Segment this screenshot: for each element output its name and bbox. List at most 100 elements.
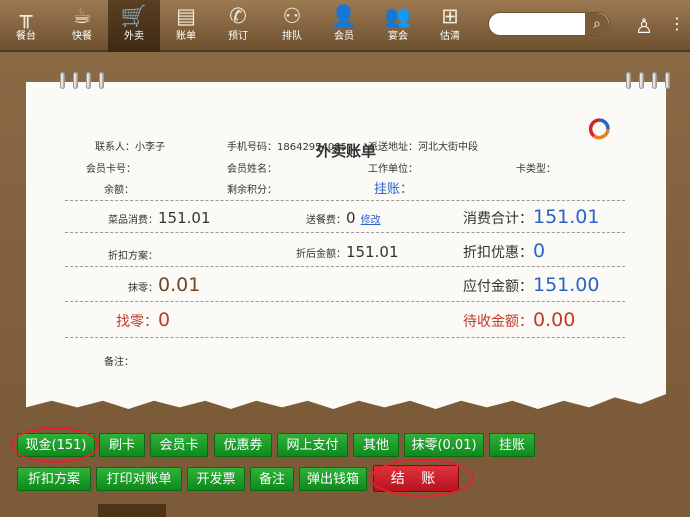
discount-plan-label: 折扣方案： (108, 251, 158, 262)
modify-link[interactable]: 修改 (361, 215, 381, 226)
online-pay-button[interactable]: 网上支付 (277, 433, 348, 457)
address-label: 派送地址： (368, 142, 418, 153)
nav-item-member[interactable]: 👤 会员 (318, 0, 370, 52)
card-no-label: 会员卡号： (86, 164, 136, 175)
nav-item-fastfood[interactable]: ☕ 快餐 (56, 0, 108, 52)
more-icon[interactable]: ⋮ (668, 14, 686, 40)
cart-icon: 🛒 (120, 4, 148, 28)
refresh-icon[interactable] (588, 118, 610, 140)
divider (65, 301, 625, 302)
binder-ring (86, 72, 91, 89)
nav-item-tables[interactable]: ╥ 餐台 (0, 0, 52, 52)
phone-label: 手机号码： (227, 142, 277, 153)
binder-ring (73, 72, 78, 89)
member-card-button[interactable]: 会员卡 (150, 433, 208, 457)
nav-label: 宴会 (388, 31, 408, 42)
phone-field: 手机号码：18642954085 (227, 138, 347, 153)
queue-icon: ⚇ (282, 4, 302, 28)
total-field: 消费合计：151.01 (463, 206, 599, 228)
divider (65, 232, 625, 233)
drink-icon: ☕ (72, 4, 92, 28)
discount-plan-button[interactable]: 折扣方案 (17, 467, 91, 491)
payable-field: 应付金额：151.00 (463, 274, 599, 296)
binder-ring (665, 72, 670, 89)
change-label: 找零： (116, 314, 158, 330)
total-value: 151.01 (533, 206, 600, 228)
discount-label: 折扣优惠： (463, 245, 533, 261)
table-icon: ╥ (19, 4, 33, 28)
nav-label: 外卖 (124, 31, 144, 42)
nav-label: 预订 (228, 31, 248, 42)
nav-label: 会员 (334, 31, 354, 42)
print-statement-button[interactable]: 打印对账单 (96, 467, 182, 491)
nav-item-banquet[interactable]: 👥 宴会 (372, 0, 424, 52)
nav-item-queue[interactable]: ⚇ 排队 (266, 0, 318, 52)
banquet-icon: 👥 (384, 4, 412, 28)
invoice-button[interactable]: 开发票 (187, 467, 245, 491)
member-name-label: 会员姓名： (227, 164, 277, 175)
dish-field: 菜品消费：151.01 (108, 208, 211, 227)
total-label: 消费合计： (463, 211, 533, 227)
search-input[interactable] (497, 16, 585, 34)
bill-icon: ▤ (176, 4, 196, 28)
card-swipe-button[interactable]: 刷卡 (99, 433, 145, 457)
change-field: 找零：0 (116, 309, 170, 331)
divider (65, 200, 625, 201)
other-pay-button[interactable]: 其他 (353, 433, 399, 457)
points-label: 剩余积分： (227, 185, 277, 196)
phone-icon: ✆ (229, 4, 247, 28)
cash-button[interactable]: 现金(151) (17, 433, 95, 457)
user-icon[interactable]: ♙ (630, 14, 658, 40)
contact-value: 小李子 (135, 142, 165, 153)
bottom-tab (98, 504, 166, 517)
pending-field: 待收金额：0.00 (463, 309, 575, 331)
payable-label: 应付金额： (463, 279, 533, 295)
pending-value: 0.00 (533, 309, 576, 331)
round-off-button[interactable]: 抹零(0.01) (404, 433, 484, 457)
payable-value: 151.00 (533, 274, 600, 296)
after-discount-value: 151.01 (346, 243, 399, 261)
nav-item-bills[interactable]: ▤ 账单 (160, 0, 212, 52)
after-discount-field: 折后金额：151.01 (296, 242, 399, 261)
top-nav: ╥ 餐台 ☕ 快餐 🛒 外卖 ▤ 账单 ✆ 预订 ⚇ 排队 👤 会员 👥 宴会 … (0, 0, 690, 52)
nav-item-soldout[interactable]: ⊞ 估清 (424, 0, 476, 52)
delivery-label: 送餐费： (306, 215, 346, 226)
binder-ring (639, 72, 644, 89)
round-label: 抹零： (128, 283, 158, 294)
binder-ring (626, 72, 631, 89)
hang-label: 挂账： (374, 182, 414, 197)
binder-ring (652, 72, 657, 89)
nav-item-takeout[interactable]: 🛒 外卖 (108, 0, 160, 52)
nav-label: 快餐 (72, 31, 92, 42)
delivery-field: 送餐费：0 修改 (306, 208, 381, 227)
binder-ring (99, 72, 104, 89)
search-box: ⌕ (488, 12, 610, 36)
change-value: 0 (158, 309, 171, 331)
dish-value: 151.01 (158, 209, 211, 227)
round-value: 0.01 (158, 274, 201, 296)
balance-label: 余额： (104, 185, 134, 196)
basket-icon: ⊞ (441, 4, 459, 28)
after-discount-label: 折后金额： (296, 249, 346, 260)
remark-button[interactable]: 备注 (250, 467, 294, 491)
delivery-value: 0 (346, 209, 356, 227)
nav-item-reservation[interactable]: ✆ 预订 (212, 0, 264, 52)
search-icon[interactable]: ⌕ (585, 13, 609, 35)
binder-ring (60, 72, 65, 89)
discount-plan-field: 折扣方案： (108, 244, 158, 263)
contact-label: 联系人： (95, 142, 135, 153)
checkout-button[interactable]: 结 账 (373, 465, 459, 492)
remark-label: 备注： (104, 357, 134, 368)
hang-account-button[interactable]: 挂账 (489, 433, 535, 457)
divider (65, 266, 625, 267)
pending-label: 待收金额： (463, 314, 533, 330)
nav-label: 估清 (440, 31, 460, 42)
open-drawer-button[interactable]: 弹出钱箱 (299, 467, 367, 491)
coupon-button[interactable]: 优惠券 (214, 433, 272, 457)
nav-label: 账单 (176, 31, 196, 42)
phone-value: 18642954085 (277, 142, 347, 153)
address-value: 河北大街中段 (418, 142, 478, 153)
address-field: 派送地址：河北大街中段 (368, 138, 478, 153)
divider (65, 337, 625, 338)
dish-label: 菜品消费： (108, 215, 158, 226)
